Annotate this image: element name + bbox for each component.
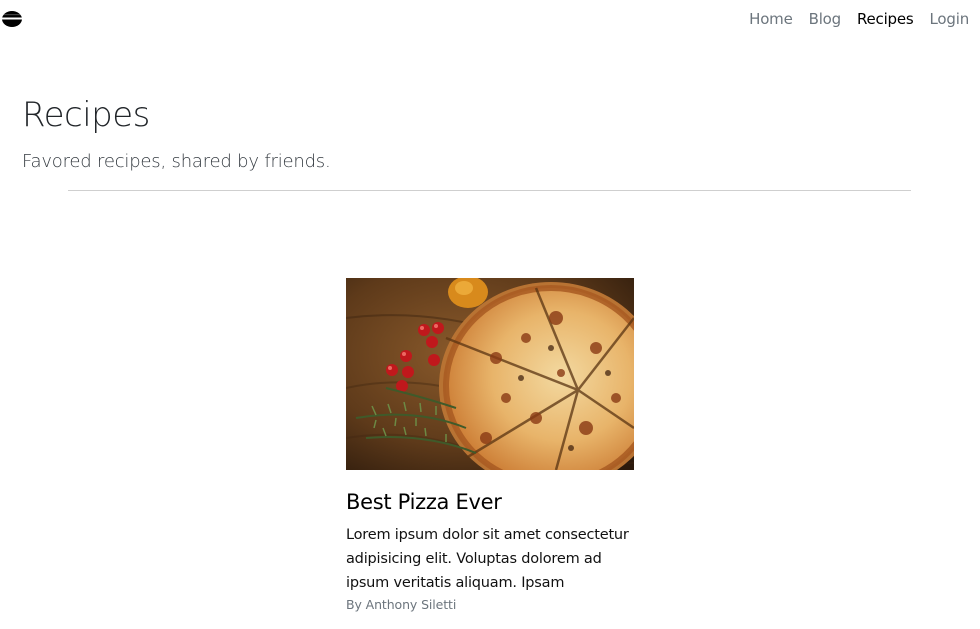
nav-link-home[interactable]: Home (741, 9, 801, 29)
bowl-icon (1, 11, 23, 27)
recipe-author: By Anthony Siletti (346, 597, 457, 612)
pizza-photo[interactable] (346, 278, 634, 470)
header-divider (68, 190, 911, 191)
navbar: Home Blog Recipes Login (0, 0, 980, 38)
recipe-title[interactable]: Best Pizza Ever (346, 489, 634, 515)
page: Home Blog Recipes Login Recipes Favored … (0, 0, 980, 629)
recipe-excerpt: Lorem ipsum dolor sit amet consectetur a… (346, 527, 629, 591)
brand-logo[interactable] (1, 9, 23, 29)
nav-link-blog[interactable]: Blog (801, 9, 849, 29)
page-subtitle: Favored recipes, shared by friends. (22, 151, 331, 172)
recipe-card[interactable]: Best Pizza Ever Lorem ipsum dolor sit am… (346, 278, 634, 612)
nav-links: Home Blog Recipes Login (741, 9, 969, 29)
page-title: Recipes (22, 95, 150, 135)
nav-link-login[interactable]: Login (922, 9, 970, 29)
nav-link-recipes[interactable]: Recipes (849, 9, 922, 29)
